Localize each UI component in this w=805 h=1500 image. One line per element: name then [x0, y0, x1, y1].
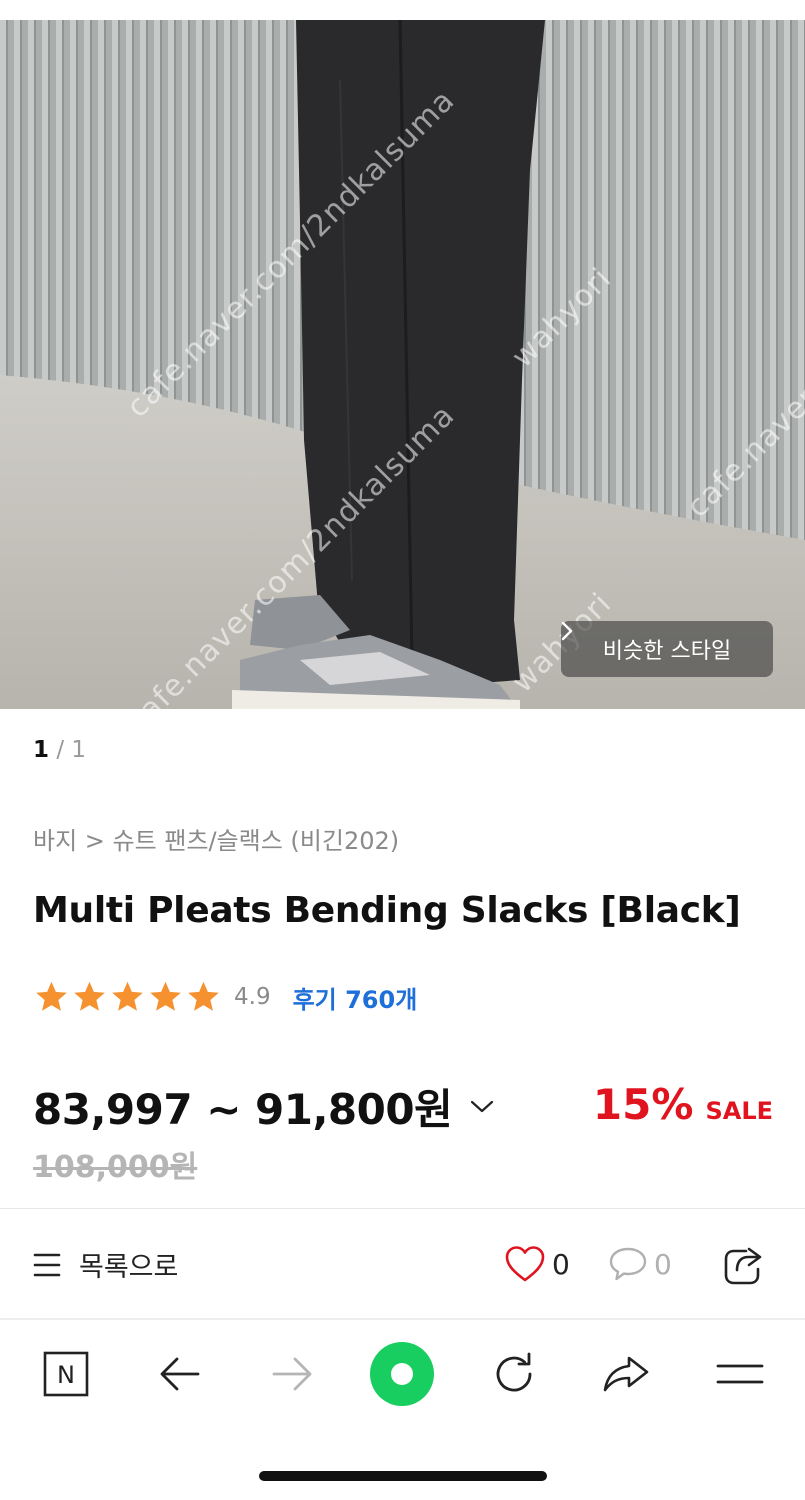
naver-n-icon: N: [43, 1351, 89, 1397]
forward-button[interactable]: [262, 1342, 322, 1406]
heart-icon: [505, 1246, 545, 1282]
star-rating: [33, 979, 222, 1015]
back-button[interactable]: [150, 1342, 210, 1406]
star-icon: [150, 981, 181, 1011]
pager-total: 1: [71, 737, 87, 763]
like-count: 0: [552, 1247, 570, 1281]
speech-bubble-icon: [609, 1247, 647, 1281]
refresh-button[interactable]: [484, 1342, 544, 1406]
arrow-left-icon: [160, 1357, 200, 1391]
menu-button[interactable]: [710, 1342, 770, 1406]
back-to-list-label: 목록으로: [79, 1252, 179, 1283]
naver-home-button[interactable]: N: [36, 1342, 96, 1406]
breadcrumb[interactable]: 바지 > 슈트 팬츠/슬랙스 (비긴202): [33, 821, 399, 856]
discount-percent: 15%: [592, 1080, 694, 1129]
back-to-list-button[interactable]: 목록으로: [33, 1245, 178, 1284]
similar-style-label: 비슷한 스타일: [602, 639, 732, 664]
original-price: 108,000원: [33, 1150, 198, 1185]
refresh-icon: [496, 1352, 532, 1392]
star-icon: [36, 981, 67, 1011]
rating-value: 4.9: [234, 984, 271, 1010]
product-photo[interactable]: cafe.naver.com/2ndkalsuma wahyori cafe.n…: [0, 20, 805, 709]
share-icon: [724, 1247, 762, 1285]
divider: [0, 1208, 805, 1209]
discount-badge: 15% SALE: [593, 1080, 773, 1129]
star-icon: [74, 981, 105, 1011]
share-page-button[interactable]: [596, 1342, 656, 1406]
chevron-right-icon: [561, 621, 573, 641]
star-icon: [112, 981, 143, 1011]
star-icon: [188, 981, 219, 1011]
hamburger-menu-icon: [716, 1364, 764, 1384]
rating-row: 4.9 후기 760개: [33, 979, 417, 1015]
chevron-down-icon: [471, 1100, 494, 1112]
divider: [0, 1318, 805, 1320]
comment-count: 0: [654, 1247, 672, 1281]
share-arrow-icon: [603, 1356, 649, 1392]
price-range: 83,997 ~ 91,800원: [33, 1085, 453, 1134]
like-button[interactable]: 0: [504, 1245, 570, 1283]
similar-style-button[interactable]: 비슷한 스타일: [561, 621, 773, 677]
image-pager: 1 / 1: [33, 737, 86, 763]
sale-label: SALE: [705, 1097, 773, 1125]
comment-button[interactable]: 0: [608, 1245, 672, 1283]
arrow-right-icon: [272, 1357, 312, 1391]
pager-separator: /: [49, 737, 72, 763]
pager-current: 1: [33, 737, 50, 763]
product-title: Multi Pleats Bending Slacks [Black]: [33, 890, 741, 931]
menu-lines-icon: [33, 1253, 61, 1276]
naver-n-label: N: [57, 1361, 75, 1389]
green-dot-button[interactable]: [370, 1342, 434, 1406]
home-indicator[interactable]: [259, 1471, 547, 1481]
review-count-link[interactable]: 후기 760개: [293, 980, 418, 1015]
green-dot-icon: [370, 1342, 434, 1406]
price-range-selector[interactable]: 83,997 ~ 91,800원: [33, 1076, 494, 1137]
share-button[interactable]: [722, 1245, 766, 1291]
